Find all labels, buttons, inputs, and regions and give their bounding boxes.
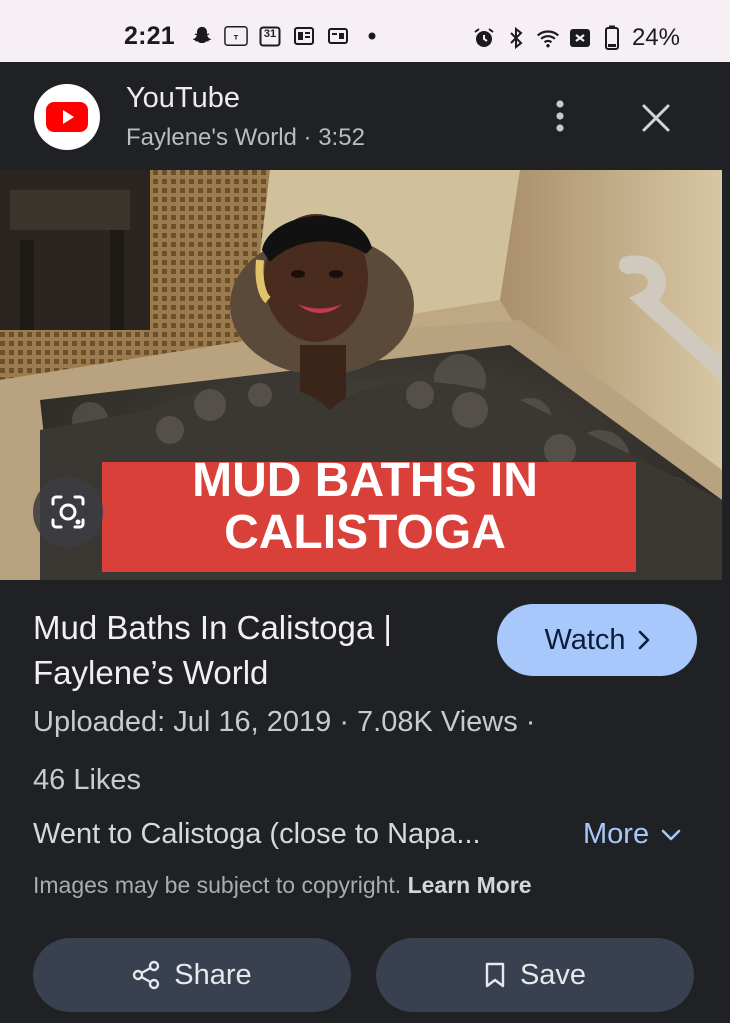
calendar-31-icon: 31: [258, 24, 282, 48]
video-title[interactable]: Mud Baths In Calistoga | Faylene’s World: [33, 605, 483, 695]
thumbnail-title-line1: MUD BATHS IN: [192, 454, 538, 507]
source-subtitle: Faylene's World · 3:52: [126, 124, 365, 151]
share-icon: [133, 960, 160, 990]
battery-percent: 24%: [631, 24, 680, 51]
bookmark-icon: [485, 962, 505, 988]
copyright-text: Images may be subject to copyright.: [33, 872, 402, 898]
close-icon: [642, 104, 670, 132]
chevron-right-icon: [638, 630, 649, 650]
notification-icons: T 31: [190, 24, 384, 48]
likes-count: 46 Likes: [33, 764, 142, 796]
source-name[interactable]: YouTube: [126, 82, 240, 115]
svg-text:T: T: [234, 34, 239, 42]
video-description: Went to Calistoga (close to Napa...: [33, 818, 481, 850]
thumbnail-title-line2: CALISTOGA: [224, 506, 506, 559]
lens-camera-icon: [51, 495, 85, 529]
share-button[interactable]: Share: [33, 938, 351, 1012]
more-button[interactable]: More: [583, 818, 681, 851]
copyright-notice: Images may be subject to copyright. Lear…: [33, 872, 532, 899]
share-label: Share: [174, 958, 252, 991]
snapchat-icon: [190, 24, 214, 48]
youtube-logo-icon: [34, 84, 100, 150]
wifi-icon: [536, 26, 560, 50]
news-alt-icon: [326, 24, 350, 48]
dot-icon: [360, 24, 384, 48]
save-button[interactable]: Save: [376, 938, 694, 1012]
alarm-icon: [472, 26, 496, 50]
close-button[interactable]: [632, 94, 680, 142]
status-time: 2:21: [124, 22, 175, 50]
chevron-down-icon: [661, 829, 681, 840]
news-icon: [292, 24, 316, 48]
calendar-day: 31: [263, 28, 277, 40]
battery-icon: [600, 25, 624, 50]
system-icons: 24%: [472, 24, 680, 52]
save-label: Save: [519, 958, 587, 991]
more-options-button[interactable]: [540, 96, 580, 136]
mobile-data-off-icon: [568, 26, 592, 50]
more-label: More: [583, 818, 650, 850]
upload-meta: Uploaded: Jul 16, 2019 · 7.08K Views ·: [33, 706, 536, 738]
watch-button[interactable]: Watch: [497, 604, 697, 676]
bluetooth-icon: [504, 26, 528, 50]
video-thumbnail[interactable]: MUD BATHS IN CALISTOGA: [0, 170, 722, 580]
more-vert-icon: [556, 100, 564, 132]
watch-label: Watch: [544, 623, 626, 656]
status-bar: 2:21 T 31 24%: [0, 0, 730, 62]
thumbnail-image: MUD BATHS IN CALISTOGA: [0, 170, 722, 580]
temu-icon: T: [224, 24, 248, 48]
learn-more-link[interactable]: Learn More: [408, 872, 532, 898]
result-header: YouTube Faylene's World · 3:52: [0, 62, 730, 170]
lens-search-button[interactable]: [33, 477, 103, 547]
